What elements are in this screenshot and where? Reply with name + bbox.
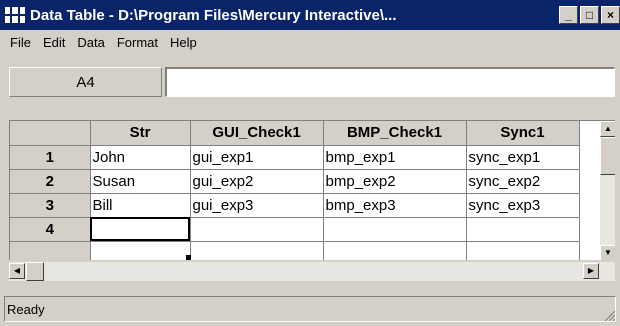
- scroll-right-button[interactable]: ▶: [583, 263, 599, 279]
- window-title: Data Table - D:\Program Files\Mercury In…: [30, 6, 397, 24]
- row-header[interactable]: 3: [10, 193, 91, 218]
- horizontal-scrollbar[interactable]: ◀ ▶: [9, 262, 615, 281]
- horizontal-scroll-thumb[interactable]: [26, 262, 44, 281]
- close-button[interactable]: ×: [601, 6, 620, 24]
- column-header-row: Str GUI_Check1 BMP_Check1 Sync1: [10, 121, 580, 146]
- scroll-left-button[interactable]: ◀: [9, 263, 25, 279]
- cell-reference-box[interactable]: A4: [9, 67, 162, 97]
- table-cell[interactable]: [90, 241, 191, 260]
- menu-help[interactable]: Help: [164, 35, 203, 50]
- menu-format[interactable]: Format: [111, 35, 164, 50]
- table-grid-icon: [5, 7, 25, 23]
- arrow-down-icon: ▼: [604, 248, 612, 257]
- title-bar[interactable]: Data Table - D:\Program Files\Mercury In…: [0, 0, 620, 30]
- arrow-right-icon: ▶: [587, 266, 595, 275]
- maximize-icon: □: [585, 8, 594, 22]
- maximize-button[interactable]: □: [580, 6, 599, 24]
- table-cell[interactable]: [466, 217, 580, 242]
- table-cell[interactable]: [323, 217, 467, 242]
- table-cell[interactable]: [190, 241, 324, 260]
- row-header[interactable]: [10, 241, 91, 260]
- table-row: 4: [10, 217, 580, 242]
- table-cell[interactable]: sync_exp2: [466, 169, 580, 194]
- table-cell[interactable]: gui_exp3: [190, 193, 324, 218]
- scroll-down-button[interactable]: ▼: [600, 245, 615, 260]
- data-table: Str GUI_Check1 BMP_Check1 Sync1 1 John g…: [10, 121, 580, 260]
- minimize-icon: _: [565, 8, 572, 22]
- table-cell[interactable]: Bill: [90, 193, 191, 218]
- column-header-gui-check1[interactable]: GUI_Check1: [190, 121, 324, 146]
- status-text: Ready: [7, 301, 45, 317]
- fill-handle[interactable]: [186, 255, 191, 260]
- column-header-sync1[interactable]: Sync1: [466, 121, 580, 146]
- menu-edit[interactable]: Edit: [37, 35, 71, 50]
- vertical-scroll-thumb[interactable]: [600, 137, 615, 175]
- table-cell[interactable]: sync_exp1: [466, 145, 580, 170]
- table-cell[interactable]: gui_exp2: [190, 169, 324, 194]
- arrow-left-icon: ◀: [13, 266, 21, 275]
- menu-bar: File Edit Data Format Help: [0, 30, 620, 54]
- table-cell[interactable]: [323, 241, 467, 260]
- table-row: 1 John gui_exp1 bmp_exp1 sync_exp1: [10, 145, 580, 170]
- table-cell[interactable]: sync_exp3: [466, 193, 580, 218]
- table-cell[interactable]: [190, 217, 324, 242]
- table-row: 2 Susan gui_exp2 bmp_exp2 sync_exp2: [10, 169, 580, 194]
- column-header-str[interactable]: Str: [90, 121, 191, 146]
- table-cell[interactable]: bmp_exp3: [323, 193, 467, 218]
- menu-data[interactable]: Data: [71, 35, 110, 50]
- cell-value-input[interactable]: [165, 67, 615, 97]
- resize-grip-icon[interactable]: [604, 310, 616, 322]
- vertical-scrollbar[interactable]: ▲ ▼: [600, 121, 615, 260]
- row-header[interactable]: 1: [10, 145, 91, 170]
- status-panel: Ready: [4, 296, 616, 322]
- arrow-up-icon: ▲: [604, 124, 612, 133]
- table-row: 3 Bill gui_exp3 bmp_exp3 sync_exp3: [10, 193, 580, 218]
- row-header[interactable]: 2: [10, 169, 91, 194]
- table-cell[interactable]: [466, 241, 580, 260]
- data-grid: Str GUI_Check1 BMP_Check1 Sync1 1 John g…: [9, 120, 615, 260]
- data-table-window: Data Table - D:\Program Files\Mercury In…: [0, 0, 620, 326]
- table-cell[interactable]: bmp_exp2: [323, 169, 467, 194]
- table-cell[interactable]: bmp_exp1: [323, 145, 467, 170]
- corner-cell[interactable]: [10, 121, 91, 146]
- table-cell[interactable]: John: [90, 145, 191, 170]
- table-cell[interactable]: Susan: [90, 169, 191, 194]
- row-header[interactable]: 4: [10, 217, 91, 242]
- menu-file[interactable]: File: [4, 35, 37, 50]
- scroll-up-button[interactable]: ▲: [600, 121, 615, 137]
- formula-bar: A4: [0, 54, 620, 120]
- table-row: [10, 241, 580, 260]
- column-header-bmp-check1[interactable]: BMP_Check1: [323, 121, 467, 146]
- title-buttons: _ □ ×: [559, 6, 620, 24]
- status-bar: Ready: [0, 292, 620, 326]
- minimize-button[interactable]: _: [559, 6, 578, 24]
- close-icon: ×: [606, 8, 614, 22]
- active-cell[interactable]: [90, 217, 191, 242]
- table-cell[interactable]: gui_exp1: [190, 145, 324, 170]
